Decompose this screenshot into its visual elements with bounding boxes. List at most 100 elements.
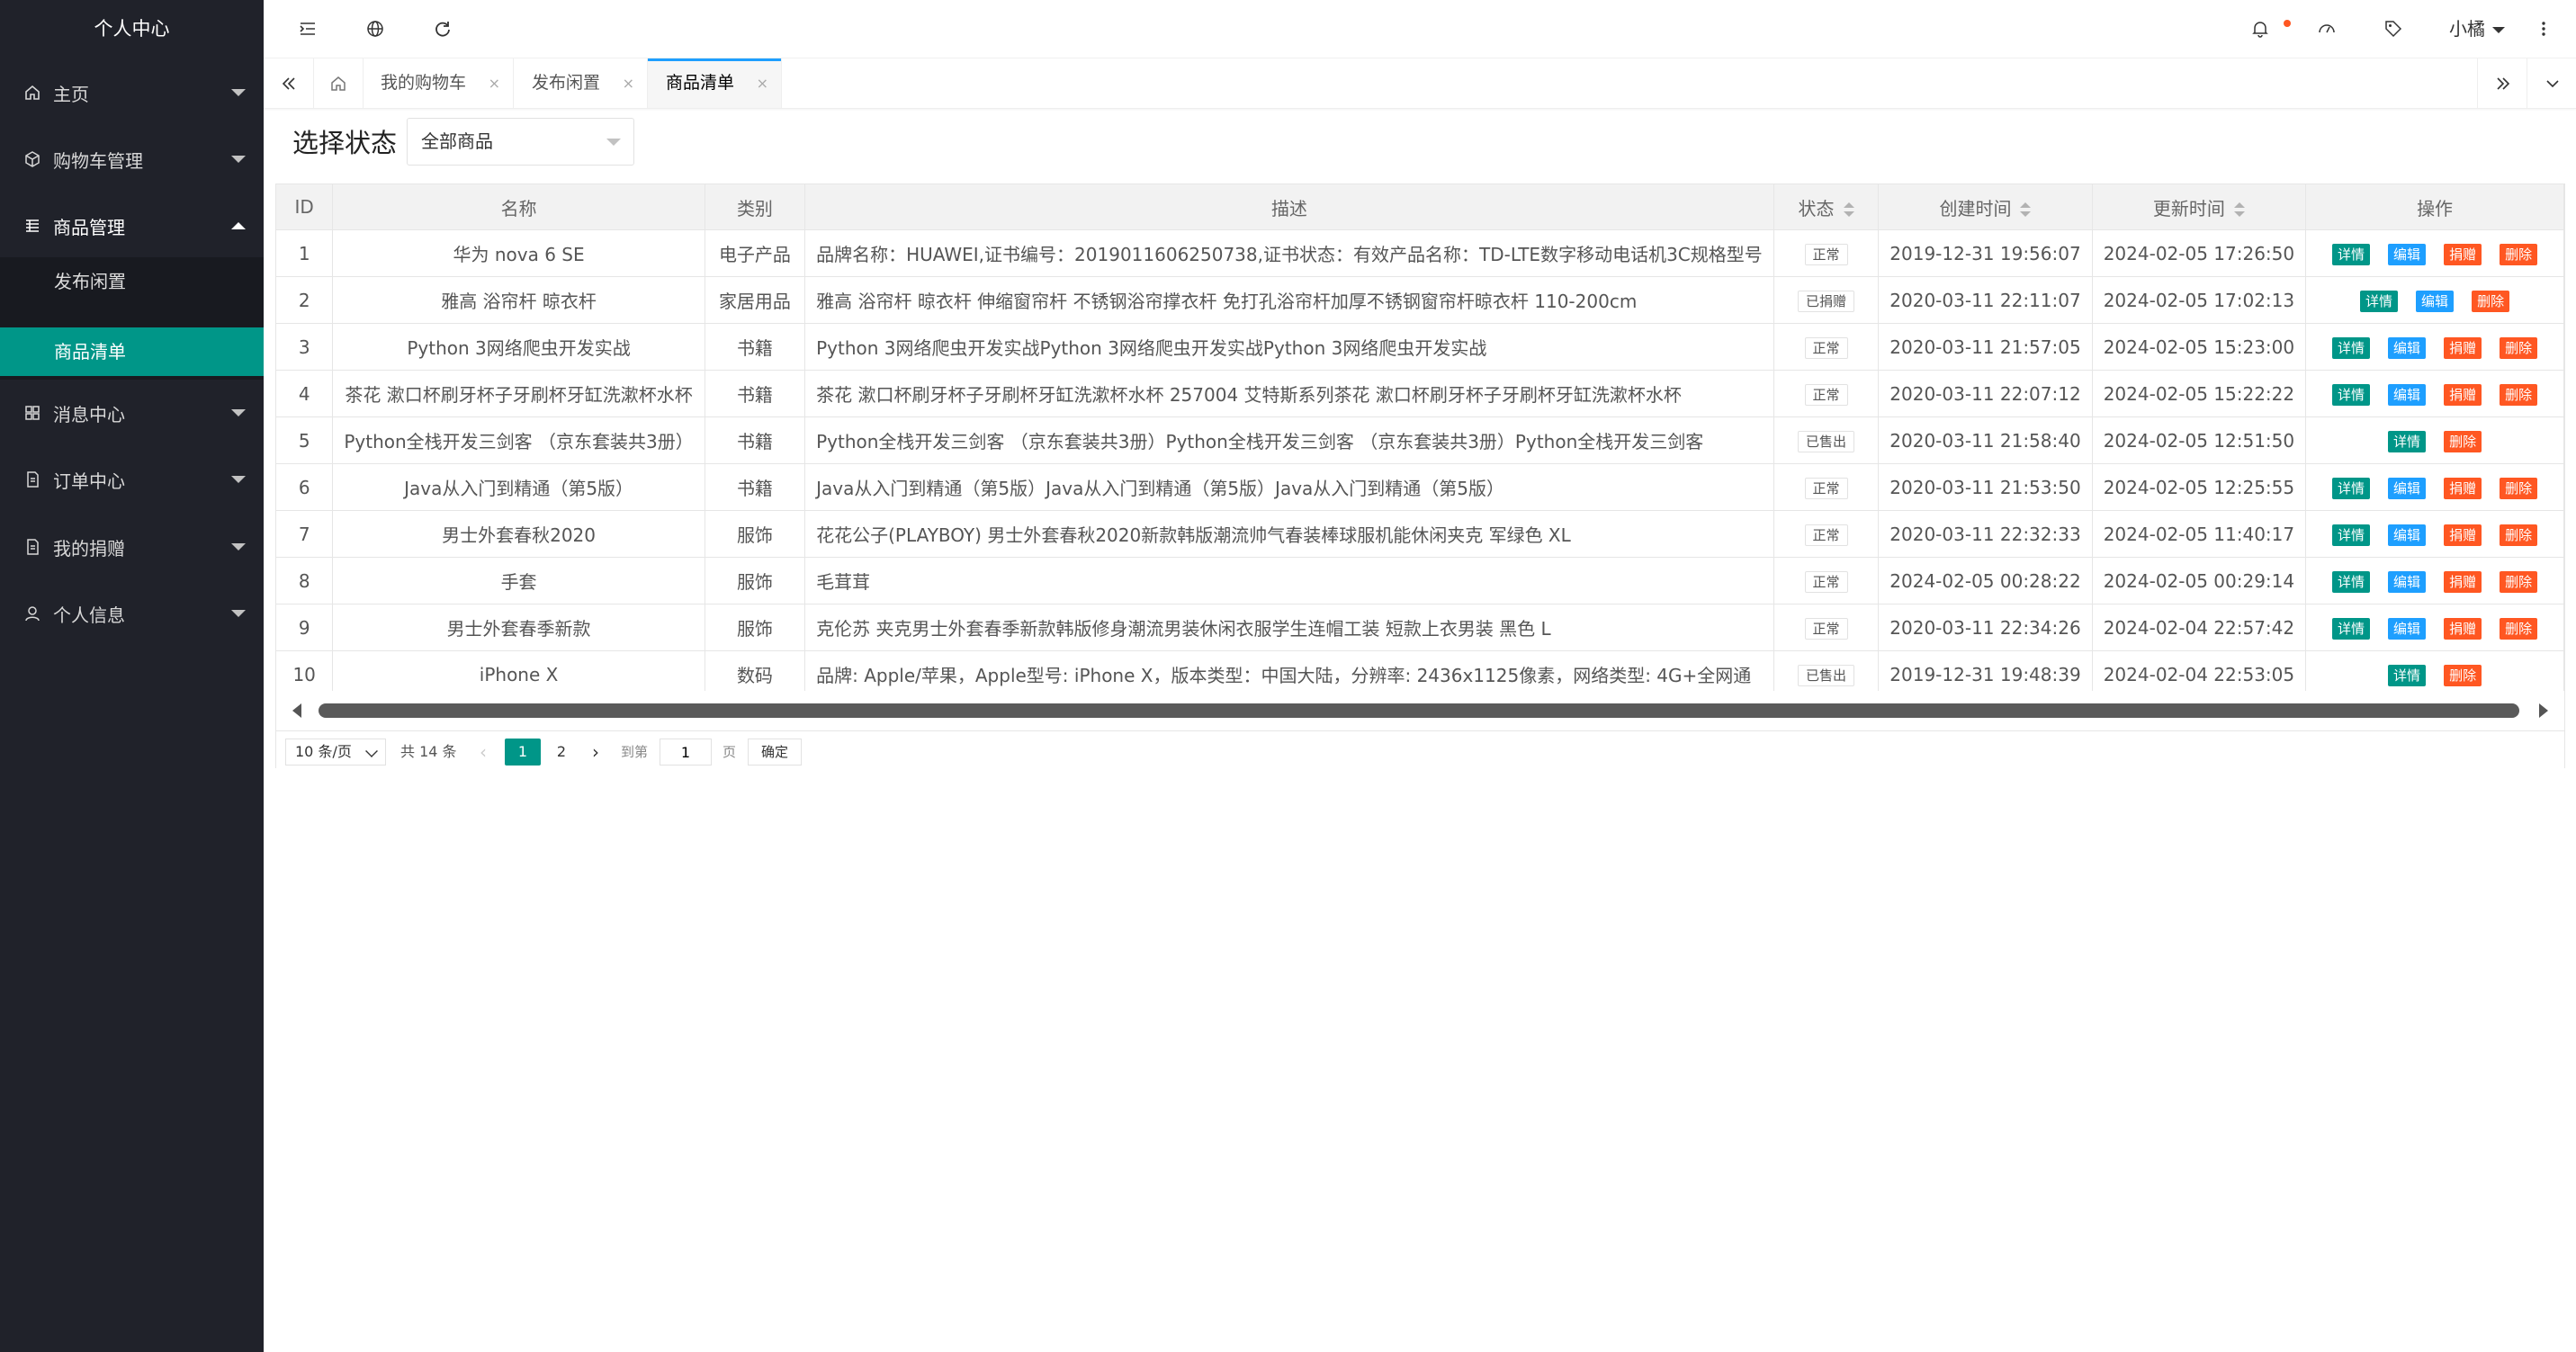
sidebar-item-home[interactable]: 主页	[0, 59, 264, 126]
detail-button[interactable]: 详情	[2388, 430, 2427, 452]
delete-button[interactable]: 删除	[2500, 477, 2538, 499]
edit-button[interactable]: 编辑	[2388, 617, 2427, 640]
detail-button[interactable]: 详情	[2388, 664, 2427, 686]
next-page-button[interactable]: ›	[582, 739, 609, 766]
sort-icon[interactable]	[1843, 202, 1854, 217]
cell-status: 正常	[1773, 370, 1880, 417]
donate-button[interactable]: 捐赠	[2444, 524, 2482, 546]
horizontal-scrollbar[interactable]	[276, 691, 2564, 730]
sidebar-item-donations[interactable]: 我的捐赠	[0, 514, 264, 580]
page-size-select[interactable]: 10 条/页	[285, 739, 386, 766]
delete-button[interactable]: 删除	[2500, 570, 2538, 593]
table-row: 6 Java从入门到精通（第5版） 书籍 Java从入门到精通（第5版）Java从入门…	[276, 463, 2564, 511]
sidebar-item-profile[interactable]: 个人信息	[0, 580, 264, 647]
edit-button[interactable]: 编辑	[2388, 477, 2427, 499]
tab-goods-list[interactable]: 商品清单 ×	[648, 58, 782, 108]
donate-button[interactable]: 捐赠	[2444, 570, 2482, 593]
donate-button[interactable]: 捐赠	[2444, 383, 2482, 406]
tag-icon[interactable]	[2381, 16, 2406, 41]
detail-button[interactable]: 详情	[2332, 383, 2371, 406]
col-header-updated[interactable]: 更新时间	[2092, 184, 2307, 230]
edit-button[interactable]: 编辑	[2388, 570, 2427, 593]
sort-icon[interactable]	[2233, 202, 2245, 217]
sidebar-item-goods[interactable]: 商品管理	[0, 193, 264, 259]
cell-category: 电子产品	[705, 229, 806, 277]
col-header-created[interactable]: 创建时间	[1878, 184, 2093, 230]
tabs-scroll-right-icon[interactable]	[2477, 58, 2527, 108]
donate-button[interactable]: 捐赠	[2444, 243, 2482, 265]
refresh-icon[interactable]	[430, 16, 455, 41]
table-row: 9 男士外套春季新款 服饰 克伦苏 夹克男士外套春季新款韩版修身潮流男装休闲衣服学生连…	[276, 604, 2564, 651]
edit-button[interactable]: 编辑	[2388, 383, 2427, 406]
edit-button[interactable]: 编辑	[2388, 243, 2427, 265]
scroll-right-icon[interactable]	[2539, 703, 2548, 718]
delete-button[interactable]: 删除	[2500, 524, 2538, 546]
close-icon[interactable]: ×	[623, 58, 634, 108]
tab-cart[interactable]: 我的购物车 ×	[363, 58, 514, 108]
sidebar: 个人中心 主页 购物车管理 商品管理 发布闲置 商品清单 消息中心 订单中心 我…	[0, 0, 264, 1352]
table-row: 4 茶花 漱口杯刷牙杯子牙刷杯牙缸洗漱杯水杯 书籍 茶花 漱口杯刷牙杯子牙刷杯牙缸洗漱…	[276, 370, 2564, 417]
sidebar-item-messages[interactable]: 消息中心	[0, 380, 264, 446]
globe-icon[interactable]	[363, 16, 388, 41]
detail-button[interactable]: 详情	[2332, 243, 2371, 265]
cell-id: 2	[276, 276, 334, 324]
goto-confirm-button[interactable]: 确定	[748, 739, 802, 766]
detail-button[interactable]: 详情	[2332, 477, 2371, 499]
scrollbar-thumb[interactable]	[319, 703, 2519, 718]
page-2-button[interactable]: 2	[543, 739, 579, 766]
edit-button[interactable]: 编辑	[2416, 290, 2455, 312]
sidebar-item-cart[interactable]: 购物车管理	[0, 126, 264, 193]
more-vertical-icon[interactable]	[2531, 16, 2556, 41]
edit-button[interactable]: 编辑	[2388, 524, 2427, 546]
cell-actions: 详情 编辑 捐赠 删除	[2305, 604, 2564, 651]
close-icon[interactable]: ×	[757, 58, 768, 108]
cell-name: 男士外套春季新款	[332, 604, 705, 651]
cell-desc: Java从入门到精通（第5版）Java从入门到精通（第5版）Java从入门到精通…	[804, 463, 1774, 511]
cell-id: 9	[276, 604, 334, 651]
scroll-left-icon[interactable]	[292, 703, 301, 718]
sidebar-subitem-publish[interactable]: 发布闲置	[0, 257, 264, 306]
status-select[interactable]: 全部商品	[407, 118, 634, 166]
donate-button[interactable]: 捐赠	[2444, 477, 2482, 499]
donate-button[interactable]: 捐赠	[2444, 336, 2482, 359]
detail-button[interactable]: 详情	[2332, 570, 2371, 593]
detail-button[interactable]: 详情	[2332, 617, 2371, 640]
sidebar-subitem-goods-list[interactable]: 商品清单	[0, 327, 264, 376]
cell-created: 2020-03-11 21:57:05	[1878, 323, 2093, 371]
table-row: 2 雅高 浴帘杆 晾衣杆 家居用品 雅高 浴帘杆 晾衣杆 伸缩窗帘杆 不锈钢浴帘撑衣杆…	[276, 276, 2564, 324]
tabs-dropdown-icon[interactable]	[2527, 58, 2576, 108]
delete-button[interactable]: 删除	[2500, 383, 2538, 406]
bell-icon[interactable]	[2248, 16, 2273, 41]
table-row: 1 华为 nova 6 SE 电子产品 品牌名称：HUAWEI,证书编号：201901…	[276, 229, 2564, 277]
detail-button[interactable]: 详情	[2360, 290, 2399, 312]
donate-button[interactable]: 捐赠	[2444, 617, 2482, 640]
detail-button[interactable]: 详情	[2332, 524, 2371, 546]
detail-button[interactable]: 详情	[2332, 336, 2371, 359]
page-1-button[interactable]: 1	[505, 739, 541, 766]
tab-home[interactable]	[313, 58, 364, 108]
tabs-scroll-left-icon[interactable]	[264, 58, 314, 108]
delete-button[interactable]: 删除	[2500, 336, 2538, 359]
dashboard-icon[interactable]	[2314, 16, 2339, 41]
tab-publish[interactable]: 发布闲置 ×	[514, 58, 648, 108]
menu-fold-icon[interactable]	[295, 16, 320, 41]
sidebar-item-orders[interactable]: 订单中心	[0, 446, 264, 513]
prev-page-button[interactable]: ‹	[470, 739, 497, 766]
delete-button[interactable]: 删除	[2444, 664, 2482, 686]
delete-button[interactable]: 删除	[2444, 430, 2482, 452]
col-header-desc: 描述	[804, 184, 1774, 230]
status-select-value: 全部商品	[421, 130, 493, 152]
cell-category: 服饰	[705, 557, 806, 604]
close-icon[interactable]: ×	[489, 58, 500, 108]
goto-page-input[interactable]	[660, 739, 712, 766]
col-header-status[interactable]: 状态	[1773, 184, 1880, 230]
col-header-id: ID	[276, 184, 334, 230]
delete-button[interactable]: 删除	[2472, 290, 2510, 312]
sort-icon[interactable]	[2020, 202, 2032, 217]
delete-button[interactable]: 删除	[2500, 617, 2538, 640]
status-badge: 正常	[1804, 336, 1848, 359]
delete-button[interactable]: 删除	[2500, 243, 2538, 265]
cell-id: 6	[276, 463, 334, 511]
edit-button[interactable]: 编辑	[2388, 336, 2427, 359]
user-menu[interactable]: 小橘	[2449, 0, 2505, 58]
